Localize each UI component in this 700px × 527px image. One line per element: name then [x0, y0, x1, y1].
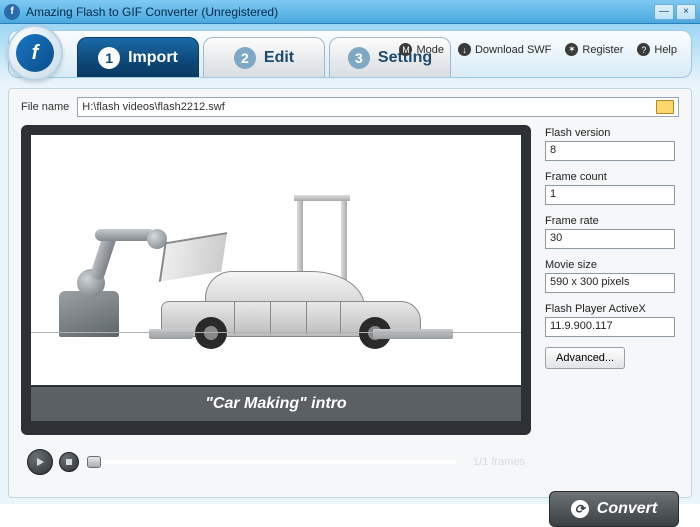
tab-label: Edit [264, 49, 294, 67]
flash-stage [31, 135, 521, 385]
mode-link[interactable]: MMode [399, 43, 444, 56]
activex-value: 11.9.900.117 [545, 317, 675, 337]
seek-knob[interactable] [87, 456, 101, 468]
frame-counter: 1/1 frames [473, 456, 525, 468]
tab-number: 1 [98, 47, 120, 69]
flash-version-label: Flash version [545, 127, 679, 139]
file-name-input[interactable]: H:\flash videos\flash2212.swf [77, 97, 679, 117]
robot-arm-graphic [59, 217, 155, 337]
register-link[interactable]: ✶Register [565, 43, 623, 56]
window-title: Amazing Flash to GIF Converter (Unregist… [26, 5, 278, 19]
file-name-value: H:\flash videos\flash2212.swf [82, 101, 224, 113]
stop-button[interactable] [59, 452, 79, 472]
minimize-button[interactable]: — [654, 4, 674, 20]
preview-panel: "Car Making" intro [21, 125, 531, 435]
activex-label: Flash Player ActiveX [545, 303, 679, 315]
download-swf-link[interactable]: ↓Download SWF [458, 43, 551, 56]
advanced-button[interactable]: Advanced... [545, 347, 625, 369]
app-logo: f [7, 25, 63, 81]
tab-edit[interactable]: 2 Edit [203, 37, 325, 77]
seek-bar[interactable] [85, 460, 457, 464]
app-icon: f [4, 4, 20, 20]
playback-controls: 1/1 frames [21, 441, 531, 483]
download-icon: ↓ [458, 43, 471, 56]
help-icon: ? [637, 43, 650, 56]
open-file-icon[interactable] [656, 100, 674, 114]
flash-icon: f [16, 34, 54, 72]
help-link[interactable]: ?Help [637, 43, 677, 56]
tab-number: 2 [234, 47, 256, 69]
register-icon: ✶ [565, 43, 578, 56]
mode-icon: M [399, 43, 412, 56]
movie-size-value: 590 x 300 pixels [545, 273, 675, 293]
preview-caption: "Car Making" intro [31, 387, 521, 421]
flash-version-value: 8 [545, 141, 675, 161]
file-name-label: File name [21, 101, 69, 113]
close-button[interactable]: × [676, 4, 696, 20]
frame-rate-value: 30 [545, 229, 675, 249]
car-graphic [161, 265, 421, 337]
frame-count-label: Frame count [545, 171, 679, 183]
tab-label: Import [128, 49, 178, 67]
tab-import[interactable]: 1 Import [77, 37, 199, 77]
frame-count-value: 1 [545, 185, 675, 205]
tab-bar: f 1 Import 2 Edit 3 Setting MMode ↓Downl… [8, 30, 692, 78]
movie-size-label: Movie size [545, 259, 679, 271]
info-panel: Flash version 8 Frame count 1 Frame rate… [545, 125, 679, 483]
convert-button[interactable]: ⟳ Convert [549, 491, 679, 527]
convert-icon: ⟳ [571, 500, 589, 518]
tab-number: 3 [348, 47, 370, 69]
play-button[interactable] [27, 449, 53, 475]
frame-rate-label: Frame rate [545, 215, 679, 227]
title-bar: f Amazing Flash to GIF Converter (Unregi… [0, 0, 700, 24]
